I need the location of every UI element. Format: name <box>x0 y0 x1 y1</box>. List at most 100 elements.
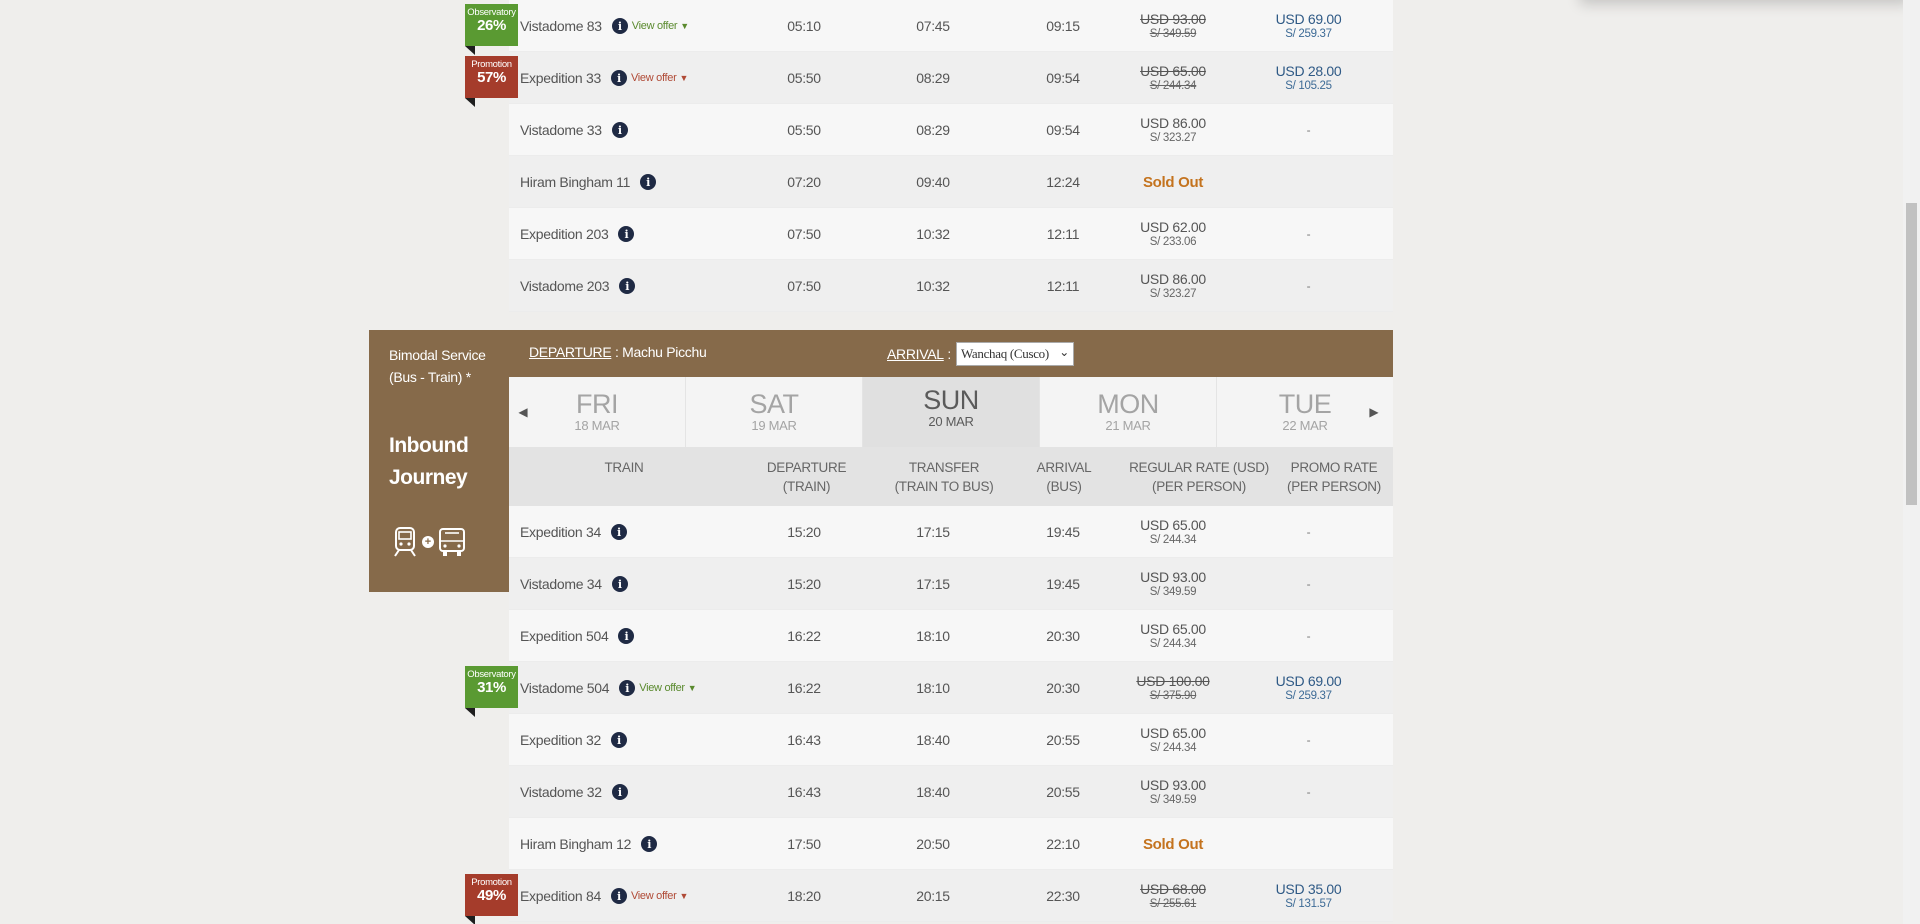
promo-rate-pen: S/ 259.37 <box>1285 28 1332 40</box>
discount-ribbon: Observatory 31% <box>465 666 518 717</box>
regular-rate-pen: S/ 323.27 <box>1149 132 1197 144</box>
info-icon[interactable]: i <box>618 628 635 644</box>
regular-rate-pen: S/ 349.59 <box>1149 794 1197 806</box>
day-tab-fri[interactable]: FRI 18 MAR <box>509 377 686 447</box>
regular-rate-pen: S/ 244.34 <box>1149 534 1197 546</box>
regular-rate-usd: USD 93.00 <box>1140 11 1206 27</box>
journey-line-1: Inbound <box>389 434 469 457</box>
train-name: Expedition 32 <box>520 732 601 748</box>
train-cell: Expedition 34 i <box>520 506 750 558</box>
info-icon[interactable]: i <box>618 226 635 242</box>
info-icon[interactable]: i <box>610 732 627 748</box>
train-cell: Expedition 504 i <box>520 610 750 662</box>
prev-day-arrow-icon[interactable]: ◀ <box>513 377 533 447</box>
promo-rate: USD 35.00 S/ 131.57 <box>1231 870 1386 922</box>
info-icon[interactable]: i <box>611 122 628 138</box>
service-type: Bimodal Service (Bus - Train) * <box>389 344 486 388</box>
day-date: 20 MAR <box>928 414 974 429</box>
train-name: Vistadome 32 <box>520 784 602 800</box>
info-icon[interactable]: i <box>611 18 628 34</box>
table-row: Vistadome 32 i 16:43 18:40 20:55 USD 93.00 S/ … <box>509 766 1393 818</box>
header-promo-rate: PROMO RATE (PER PERSON) <box>1287 460 1381 494</box>
promo-rate: USD 28.00 S/ 105.25 <box>1231 52 1386 104</box>
train-cell: Vistadome 34 i <box>520 558 750 610</box>
regular-rate-usd: USD 65.00 <box>1140 517 1206 533</box>
info-icon[interactable]: i <box>611 784 628 800</box>
train-name: Expedition 34 <box>520 524 601 540</box>
regular-rate-usd: USD 86.00 <box>1140 115 1206 131</box>
table-row: Expedition 84 i View offer ▼ 18:20 20:15 22:30… <box>509 870 1393 922</box>
train-name: Vistadome 83 <box>520 18 602 34</box>
regular-rate: USD 93.00 S/ 349.59 <box>1098 0 1248 52</box>
journey-line-2: Journey <box>389 466 468 489</box>
table-row: Expedition 32 i 16:43 18:40 20:55 USD 65.00 S/… <box>509 714 1393 766</box>
plus-icon: + <box>422 536 434 548</box>
header-departure: DEPARTURE (TRAIN) <box>766 460 847 494</box>
info-icon[interactable]: i <box>610 70 627 86</box>
info-icon[interactable]: i <box>610 888 627 904</box>
ribbon-label: Promotion <box>471 59 512 70</box>
day-selector: FRI 18 MAR SAT 19 MAR SUN 20 MAR MON 21 MAR TUE 2… <box>509 377 1393 447</box>
promo-rate-usd: USD 69.00 <box>1275 11 1342 27</box>
regular-rate-pen: S/ 233.06 <box>1149 236 1197 248</box>
view-offer-link[interactable]: View offer ▼ <box>631 72 688 84</box>
view-offer-link[interactable]: View offer ▼ <box>632 20 689 32</box>
info-icon[interactable]: i <box>610 524 627 540</box>
regular-rate: USD 86.00 S/ 323.27 <box>1098 104 1248 156</box>
day-tab-sun[interactable]: SUN 20 MAR <box>863 377 1040 447</box>
view-offer-link[interactable]: View offer ▼ <box>631 890 688 902</box>
regular-rate: USD 65.00 S/ 244.34 <box>1098 610 1248 662</box>
train-name: Vistadome 203 <box>520 278 610 294</box>
arrival-selected-value: Wanchaq (Cusco) <box>960 346 1049 361</box>
discount-ribbon: Observatory 26% <box>465 4 518 55</box>
ribbon-percent: 57% <box>477 69 506 86</box>
info-icon[interactable]: i <box>641 836 658 852</box>
regular-rate-usd: USD 93.00 <box>1140 777 1206 793</box>
scrollbar-thumb[interactable] <box>1906 203 1917 505</box>
promo-rate-usd: USD 69.00 <box>1275 673 1342 689</box>
next-day-arrow-icon[interactable]: ▶ <box>1364 377 1384 447</box>
table-row: Vistadome 83 i View offer ▼ 05:10 07:45 09:15 U… <box>509 0 1393 52</box>
day-date: 19 MAR <box>751 418 797 433</box>
departure-info: DEPARTURE : Machu Picchu <box>529 344 707 360</box>
page: Vistadome 83 i View offer ▼ 05:10 07:45 09:15 U… <box>0 0 1920 924</box>
day-name: FRI <box>576 389 619 419</box>
arrival-select[interactable]: Wanchaq (Cusco) ⌄ <box>955 342 1074 366</box>
train-name: Expedition 504 <box>520 628 609 644</box>
ribbon-percent: 31% <box>477 679 506 696</box>
regular-rate: USD 86.00 S/ 323.27 <box>1098 260 1248 312</box>
regular-rate-pen: S/ 244.34 <box>1149 638 1197 650</box>
departure-label: DEPARTURE <box>529 344 612 360</box>
regular-rate-pen: S/ 349.59 <box>1149 586 1197 598</box>
promo-rate-empty: - <box>1306 785 1311 799</box>
day-tab-sat[interactable]: SAT 19 MAR <box>686 377 863 447</box>
day-tab-mon[interactable]: MON 21 MAR <box>1040 377 1217 447</box>
regular-rate-pen: S/ 255.61 <box>1149 898 1197 910</box>
regular-rate-usd: USD 62.00 <box>1140 219 1206 235</box>
regular-rate-usd: USD 86.00 <box>1140 271 1206 287</box>
promo-rate-empty: - <box>1306 279 1311 293</box>
regular-rate: USD 62.00 S/ 233.06 <box>1098 208 1248 260</box>
train-cell: Vistadome 33 i <box>520 104 750 156</box>
promo-rate: - <box>1231 714 1386 766</box>
ribbon-label: Observatory <box>467 7 516 18</box>
view-offer-label: View offer <box>630 72 677 84</box>
regular-rate-usd: USD 93.00 <box>1140 569 1206 585</box>
scrollbar[interactable] <box>1903 0 1920 924</box>
view-offer-link[interactable]: View offer ▼ <box>639 682 696 694</box>
regular-rate-usd: USD 65.00 <box>1140 63 1206 79</box>
info-icon[interactable]: i <box>611 576 628 592</box>
ribbon-fold <box>465 98 475 107</box>
train-name: Expedition 33 <box>520 70 601 86</box>
train-cell: Expedition 203 i <box>520 208 750 260</box>
inbound-table: Expedition 34 i 15:20 17:15 19:45 USD 65.00 S/… <box>509 506 1393 922</box>
info-icon[interactable]: i <box>619 680 636 696</box>
train-cell: Expedition 84 i View offer ▼ <box>520 870 750 922</box>
chevron-down-icon: ▼ <box>679 73 689 83</box>
outbound-table: Vistadome 83 i View offer ▼ 05:10 07:45 09:15 U… <box>509 0 1393 312</box>
regular-rate-pen: S/ 244.34 <box>1149 80 1197 92</box>
info-icon[interactable]: i <box>619 278 636 294</box>
train-cell: Vistadome 83 i View offer ▼ <box>520 0 750 52</box>
info-icon[interactable]: i <box>640 174 657 190</box>
train-cell: Vistadome 203 i <box>520 260 750 312</box>
